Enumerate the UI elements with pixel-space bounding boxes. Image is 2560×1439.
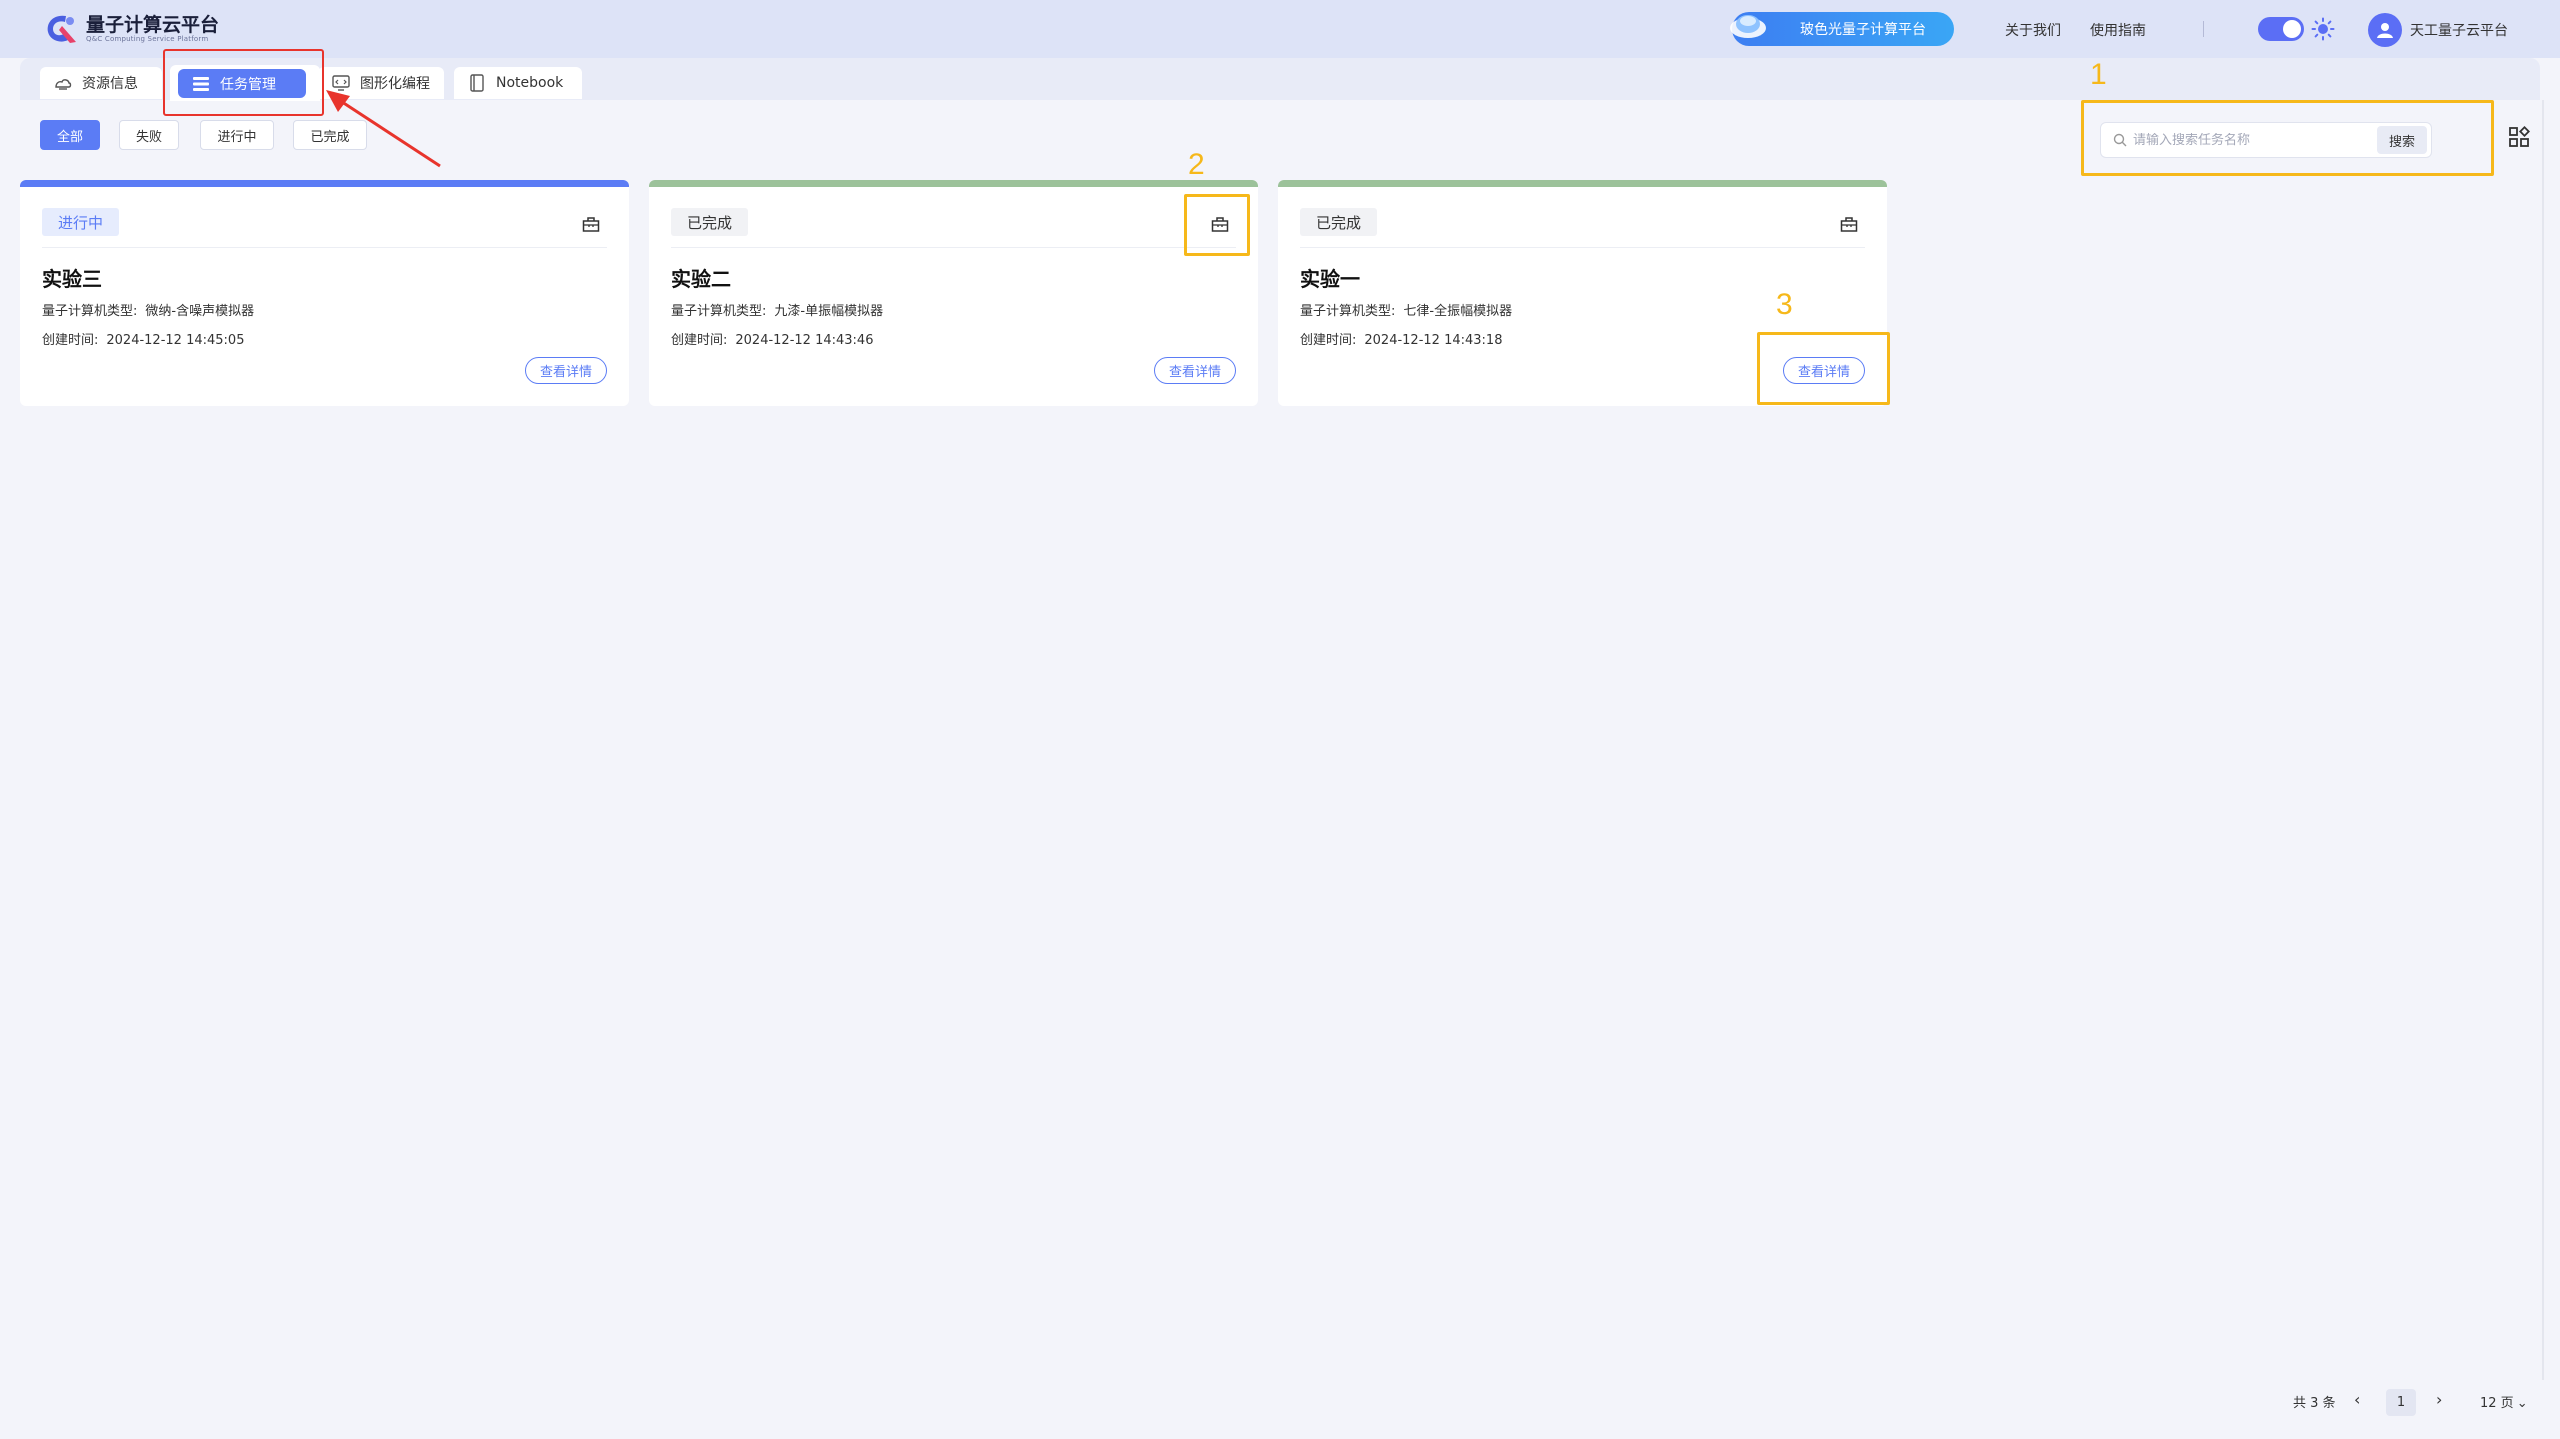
time-label: 创建时间: bbox=[1300, 333, 1357, 348]
task-card: 进行中 实验三 量子计算机类型: 微纳-含噪声模拟器 创建时间: 2024-12-1… bbox=[20, 180, 629, 406]
card-status-bar bbox=[20, 180, 629, 187]
status-badge: 已完成 bbox=[1300, 208, 1378, 236]
type-label: 量子计算机类型: bbox=[42, 304, 138, 319]
logo-icon bbox=[44, 12, 80, 46]
toggle-knob bbox=[2283, 20, 2301, 38]
theme-toggle[interactable] bbox=[2258, 17, 2304, 41]
type-value: 九漆-单振幅模拟器 bbox=[774, 304, 884, 319]
filter-all-button[interactable]: 全部 bbox=[40, 120, 100, 150]
platform-logo[interactable]: 量子计算云平台 Q&C Computing Service Platform bbox=[44, 12, 219, 46]
nav-about-link[interactable]: 关于我们 bbox=[2005, 20, 2061, 40]
right-edge-divider bbox=[2542, 100, 2544, 1380]
time-value: 2024-12-12 14:45:05 bbox=[106, 333, 245, 348]
status-badge: 已完成 bbox=[671, 208, 749, 236]
type-label: 量子计算机类型: bbox=[1300, 304, 1396, 319]
time-value: 2024-12-12 14:43:46 bbox=[735, 333, 874, 348]
view-details-button[interactable]: 查看详情 bbox=[525, 357, 607, 384]
page-size-select[interactable]: 12 页 ⌄ bbox=[2480, 1392, 2528, 1411]
logo-title: 量子计算云平台 bbox=[86, 13, 220, 36]
filter-running-button[interactable]: 进行中 bbox=[200, 120, 274, 150]
cloud-icon bbox=[54, 74, 72, 92]
tab-resource-info[interactable]: 资源信息 bbox=[40, 67, 162, 99]
next-page-icon[interactable]: › bbox=[2436, 1390, 2442, 1409]
pagination-total: 共 3 条 bbox=[2293, 1396, 2336, 1411]
platform-badge-icon bbox=[1730, 15, 1766, 38]
card-title: 实验三 bbox=[42, 267, 102, 291]
toolbox-icon[interactable] bbox=[581, 214, 601, 234]
type-label: 量子计算机类型: bbox=[671, 304, 767, 319]
prev-page-icon[interactable]: ‹ bbox=[2354, 1390, 2360, 1409]
highlight-box-task-tab bbox=[163, 49, 324, 116]
card-title: 实验二 bbox=[671, 267, 731, 291]
chevron-down-icon: ⌄ bbox=[2516, 1396, 2528, 1411]
annotation-number-1: 1 bbox=[2090, 58, 2107, 91]
annotation-number-3: 3 bbox=[1776, 288, 1793, 321]
nav-guide-link[interactable]: 使用指南 bbox=[2090, 20, 2146, 40]
task-card: 已完成 实验二 量子计算机类型: 九漆-单振幅模拟器 创建时间: 2024-12-1… bbox=[649, 180, 1258, 406]
status-badge: 进行中 bbox=[42, 208, 120, 236]
page-size-label: 12 页 bbox=[2480, 1396, 2514, 1411]
card-time-row: 创建时间: 2024-12-12 14:43:18 bbox=[1300, 329, 1502, 348]
header-divider bbox=[2203, 21, 2204, 37]
card-time-row: 创建时间: 2024-12-12 14:43:46 bbox=[671, 329, 873, 348]
notebook-icon bbox=[468, 74, 486, 92]
layout-grid-icon[interactable] bbox=[2508, 126, 2530, 148]
card-time-row: 创建时间: 2024-12-12 14:45:05 bbox=[42, 329, 244, 348]
type-value: 微纳-含噪声模拟器 bbox=[145, 304, 255, 319]
card-type-row: 量子计算机类型: 七律-全振幅模拟器 bbox=[1300, 300, 1512, 319]
view-details-button[interactable]: 查看详情 bbox=[1154, 357, 1236, 384]
promo-label: 玻色光量子计算平台 bbox=[1800, 22, 1926, 38]
card-status-bar bbox=[1278, 180, 1887, 187]
tab-notebook[interactable]: Notebook bbox=[454, 67, 582, 99]
user-icon bbox=[2377, 23, 2393, 38]
card-type-row: 量子计算机类型: 微纳-含噪声模拟器 bbox=[42, 300, 254, 319]
sun-icon[interactable] bbox=[2311, 17, 2335, 41]
toolbox-icon[interactable] bbox=[1839, 214, 1859, 234]
tab-label: 资源信息 bbox=[82, 76, 138, 92]
highlight-box-detail-button bbox=[1757, 332, 1890, 405]
card-type-row: 量子计算机类型: 九漆-单振幅模拟器 bbox=[671, 300, 883, 319]
red-arrow-icon bbox=[326, 90, 441, 168]
top-header: 量子计算云平台 Q&C Computing Service Platform 玻… bbox=[0, 0, 2560, 58]
tab-label: Notebook bbox=[496, 75, 564, 91]
highlight-box-search bbox=[2081, 100, 2494, 176]
time-value: 2024-12-12 14:43:18 bbox=[1364, 333, 1503, 348]
filter-failed-button[interactable]: 失败 bbox=[119, 120, 179, 150]
user-avatar[interactable] bbox=[2368, 13, 2402, 47]
time-label: 创建时间: bbox=[671, 333, 728, 348]
page-number-button[interactable]: 1 bbox=[2386, 1389, 2416, 1416]
user-name[interactable]: 天工量子云平台 bbox=[2410, 20, 2508, 40]
logo-subtitle: Q&C Computing Service Platform bbox=[86, 34, 209, 43]
type-value: 七律-全振幅模拟器 bbox=[1403, 304, 1513, 319]
highlight-box-toolbox bbox=[1184, 194, 1250, 256]
card-status-bar bbox=[649, 180, 1258, 187]
photonic-platform-button[interactable]: 玻色光量子计算平台 bbox=[1730, 12, 1954, 46]
annotation-number-2: 2 bbox=[1188, 148, 1205, 181]
time-label: 创建时间: bbox=[42, 333, 99, 348]
card-title: 实验一 bbox=[1300, 267, 1360, 291]
